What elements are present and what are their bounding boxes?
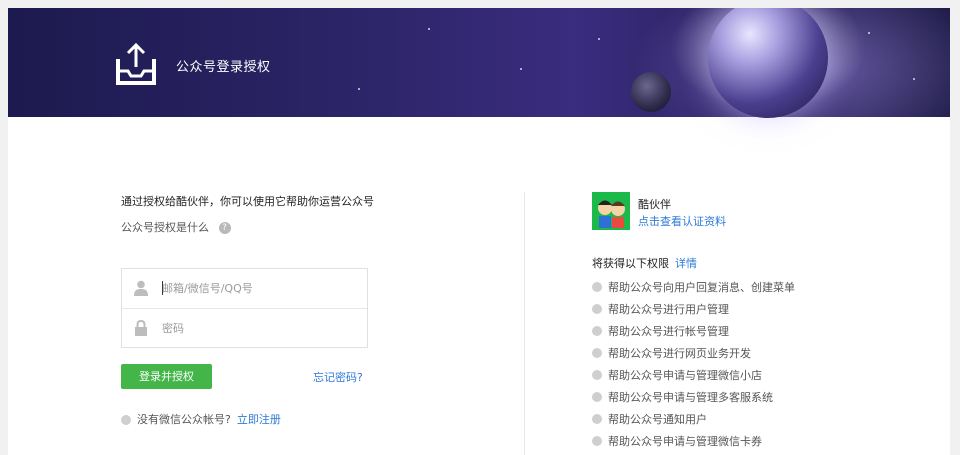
permissions-detail-link[interactable]: 详情 — [675, 257, 697, 270]
list-item: 帮助公众号进行用户管理 — [592, 298, 795, 320]
partner-avatar-icon — [592, 192, 630, 230]
bullet-icon — [592, 304, 602, 314]
list-item: 帮助公众号申请与管理微信卡券 — [592, 430, 795, 452]
what-is-authorization[interactable]: 公众号授权是什么 ? — [121, 219, 231, 235]
what-is-label: 公众号授权是什么 — [121, 221, 209, 234]
intro-text: 通过授权给酷伙伴，你可以使用它帮助你运营公众号 — [121, 195, 374, 208]
lock-icon — [135, 320, 147, 336]
upload-tray-icon — [116, 42, 156, 85]
permissions-list: 帮助公众号向用户回复消息、创建菜单 帮助公众号进行用户管理 帮助公众号进行帐号管… — [592, 276, 795, 452]
vertical-divider — [524, 192, 525, 455]
password-input[interactable] — [162, 317, 357, 339]
password-row — [122, 309, 367, 348]
bullet-icon — [592, 348, 602, 358]
bullet-icon — [592, 436, 602, 446]
bullet-icon — [592, 392, 602, 402]
account-row — [122, 269, 367, 309]
list-item: 帮助公众号申请与管理多客服系统 — [592, 386, 795, 408]
no-account-row: 没有微信公众帐号? 立即注册 — [121, 411, 281, 427]
account-input[interactable] — [162, 277, 357, 299]
bullet-icon — [121, 415, 131, 425]
permissions-label: 将获得以下权限 — [592, 257, 669, 270]
list-item: 帮助公众号进行帐号管理 — [592, 320, 795, 342]
view-certification-link[interactable]: 点击查看认证资料 — [638, 213, 726, 229]
login-form — [121, 268, 368, 348]
bullet-icon — [592, 326, 602, 336]
page-title: 公众号登录授权 — [176, 60, 271, 75]
login-authorize-button[interactable]: 登录并授权 — [121, 364, 212, 389]
list-item: 帮助公众号申请与管理微信小店 — [592, 364, 795, 386]
user-icon — [134, 280, 148, 296]
bullet-icon — [592, 370, 602, 380]
forgot-password-link[interactable]: 忘记密码? — [313, 369, 363, 385]
list-item: 帮助公众号向用户回复消息、创建菜单 — [592, 276, 795, 298]
list-item: 帮助公众号进行网页业务开发 — [592, 342, 795, 364]
list-item: 帮助公众号通知用户 — [592, 408, 795, 430]
header-banner: 公众号登录授权 — [8, 8, 950, 118]
no-account-text: 没有微信公众帐号? — [137, 413, 231, 426]
register-link[interactable]: 立即注册 — [237, 413, 281, 426]
permissions-title: 将获得以下权限 详情 — [592, 255, 697, 271]
planet-large — [708, 8, 828, 118]
bullet-icon — [592, 282, 602, 292]
partner-name: 酷伙伴 — [638, 198, 671, 211]
page-frame: 公众号登录授权 通过授权给酷伙伴，你可以使用它帮助你运营公众号 公众号授权是什么… — [8, 8, 950, 455]
bullet-icon — [592, 414, 602, 424]
help-icon[interactable]: ? — [218, 222, 231, 234]
planet-small — [631, 72, 671, 112]
